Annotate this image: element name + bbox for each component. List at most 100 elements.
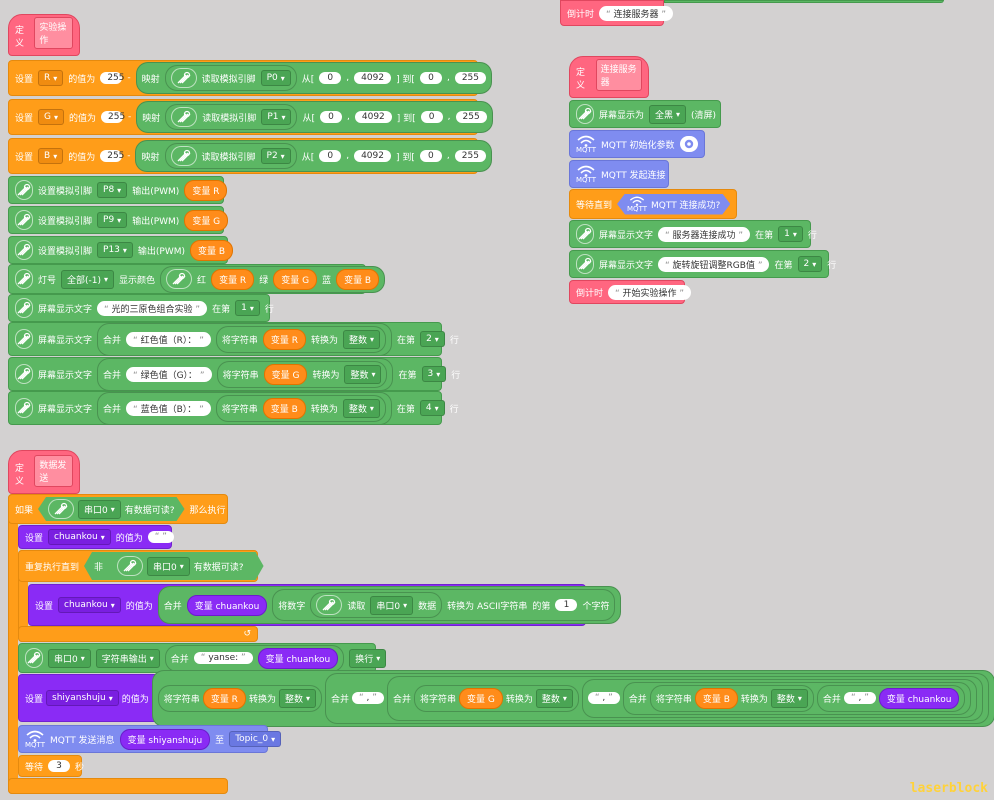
- var-reporter[interactable]: 变量 chuankou: [186, 594, 268, 616]
- var-reporter[interactable]: 变量 G: [458, 687, 503, 709]
- mqtt-init-block[interactable]: MQTT MQTT 初始化参数: [569, 130, 705, 158]
- type-dropdown[interactable]: 整数: [278, 688, 316, 708]
- to-high[interactable]: 255: [454, 72, 487, 84]
- screen-text-block[interactable]: 屏幕显示文字 旋转旋钮调整RGB值 在第 2 行: [569, 250, 836, 278]
- base-value[interactable]: 255: [100, 150, 124, 162]
- serial-available-reporter[interactable]: 串口0 有数据可读?: [107, 554, 254, 578]
- topic-dropdown[interactable]: Topic_0: [229, 731, 282, 747]
- screen-text-block[interactable]: 屏幕显示文字 合并 绿色值（G）： 将字符串 变量 G 转换为 整数 在第 3 …: [8, 357, 460, 391]
- var-dropdown[interactable]: shiyanshuju: [46, 690, 119, 706]
- var-reporter[interactable]: 变量 chuankou: [878, 687, 960, 709]
- to-high[interactable]: 255: [455, 111, 487, 123]
- var-reporter[interactable]: 变量 B: [336, 268, 380, 290]
- define-hat-send[interactable]: 定义 数据发送: [8, 450, 80, 494]
- convert-reporter[interactable]: 将字符串 变量 R 转换为 整数: [215, 325, 387, 353]
- var-dropdown[interactable]: chuankou: [58, 597, 121, 613]
- line-dropdown[interactable]: 1: [778, 226, 803, 242]
- read-analog-reporter[interactable]: 读取模拟引脚 P1: [165, 104, 298, 130]
- rgb-reporter[interactable]: 红 变量 R 绿 变量 G 蓝 变量 B: [160, 265, 386, 293]
- text-input[interactable]: 开始实验操作: [608, 284, 692, 300]
- output-mode-dropdown[interactable]: 字符串输出: [95, 648, 160, 668]
- mqtt-connected-reporter[interactable]: MQTT MQTT 连接成功?: [617, 194, 730, 215]
- settings-gear-icon[interactable]: [679, 136, 698, 152]
- convert-reporter[interactable]: 将字符串 变量 B 转换为 整数: [215, 394, 386, 422]
- pin-dropdown[interactable]: P8: [97, 182, 128, 198]
- var-reporter[interactable]: 变量 G: [263, 363, 308, 385]
- pin-dropdown[interactable]: P13: [97, 242, 133, 258]
- var-dropdown[interactable]: chuankou: [48, 529, 111, 545]
- define-hat-shiyan[interactable]: 定义 实验操作: [8, 14, 80, 56]
- text-input[interactable]: 服务器连接成功: [658, 226, 751, 242]
- not-reporter[interactable]: 非 串口0 有数据可读?: [84, 552, 264, 580]
- var-dropdown-r[interactable]: R: [38, 70, 64, 86]
- text-input[interactable]: 旋转旋钮调整RGB值: [658, 256, 770, 272]
- set-b-block[interactable]: 设置 B 的值为 255 - 映射 读取模拟引脚 P2 从[ 0 , 4092 …: [8, 138, 492, 174]
- pin-dropdown[interactable]: P2: [260, 148, 291, 164]
- text-input[interactable]: ,: [843, 692, 876, 704]
- var-reporter[interactable]: 变量 shiyanshuju: [119, 728, 211, 750]
- text-input[interactable]: 连接服务器: [599, 5, 674, 21]
- set-var-block[interactable]: 设置 shiyanshuju 的值为 将字符串 变量 R 转换为 整数 合并 ,…: [18, 669, 994, 727]
- var-reporter[interactable]: 变量 G: [273, 268, 318, 290]
- var-dropdown-g[interactable]: G: [38, 109, 65, 125]
- type-dropdown[interactable]: 整数: [535, 688, 573, 708]
- convert-reporter[interactable]: 将字符串 变量 R 转换为 整数: [157, 684, 322, 712]
- led-dropdown[interactable]: 全部(-1): [61, 269, 115, 289]
- var-reporter[interactable]: 变量 R: [262, 328, 306, 350]
- read-analog-reporter[interactable]: 读取模拟引脚 P2: [164, 143, 297, 169]
- from-low[interactable]: 0: [319, 72, 342, 84]
- pin-dropdown[interactable]: P0: [260, 70, 291, 86]
- serial-read-reporter[interactable]: 读取 串口0 数据: [310, 592, 443, 618]
- merge-reporter[interactable]: 合并 红色值（R）： 将字符串 变量 R 转换为 整数: [97, 322, 393, 356]
- serial-print-block[interactable]: 串口0 字符串输出 合并 yanse: 变量 chuankou 换行: [18, 643, 387, 673]
- mqtt-connect-block[interactable]: MQTT MQTT 发起连接: [569, 160, 669, 188]
- var-reporter[interactable]: 变量 B: [694, 687, 738, 709]
- merge-reporter[interactable]: 合并 蓝色值（B）： 将字符串 变量 B 转换为 整数: [97, 391, 392, 425]
- map-reporter[interactable]: 映射 读取模拟引脚 P2 从[ 0 , 4092 ] 到[ 0 , 255: [135, 140, 492, 172]
- serial-dropdown[interactable]: 串口0: [48, 648, 91, 668]
- convert-reporter[interactable]: 将字符串 变量 B 转换为 整数: [649, 684, 814, 712]
- set-pwm-block[interactable]: 设置模拟引脚 P9 输出(PWM) 变量 G: [8, 206, 229, 234]
- serial-dropdown[interactable]: 串口0: [370, 595, 414, 615]
- text-input[interactable]: 绿色值（G）：: [126, 366, 212, 382]
- define-hat-connect[interactable]: 定义 连接服务器: [569, 56, 649, 98]
- screen-text-block[interactable]: 屏幕显示文字 服务器连接成功 在第 1 行: [569, 220, 817, 248]
- map-reporter[interactable]: 映射 读取模拟引脚 P0 从[ 0 , 4092 ] 到[ 0 , 255: [135, 62, 493, 94]
- to-low[interactable]: 0: [419, 150, 442, 162]
- from-low[interactable]: 0: [319, 150, 342, 162]
- newline-dropdown[interactable]: 换行: [349, 648, 387, 668]
- serial-dropdown[interactable]: 串口0: [78, 500, 121, 519]
- type-dropdown[interactable]: 整数: [344, 364, 382, 384]
- from-high[interactable]: 4092: [354, 150, 391, 162]
- var-reporter[interactable]: 变量 chuankou: [257, 647, 339, 669]
- wait-block[interactable]: 等待 3 秒: [18, 755, 84, 777]
- to-high[interactable]: 255: [454, 150, 486, 162]
- merge-reporter[interactable]: 合并 , 合并 将字符串 变量 G 转换为 整数 , 合并 将字符串 变量: [324, 672, 990, 724]
- set-pwm-block[interactable]: 设置模拟引脚 P13 输出(PWM) 变量 B: [8, 236, 234, 264]
- set-pwm-block[interactable]: 设置模拟引脚 P8 输出(PWM) 变量 R: [8, 176, 228, 204]
- screen-show-block[interactable]: 屏幕显示为 全黑 (清屏): [569, 100, 721, 128]
- to-low[interactable]: 0: [419, 72, 442, 84]
- merge-reporter[interactable]: 合并 将字符串 变量 G 转换为 整数 , 合并 将字符串 变量 B 转换为: [386, 675, 984, 721]
- serial-dropdown[interactable]: 串口0: [147, 557, 190, 576]
- line-dropdown[interactable]: 4: [419, 400, 445, 416]
- line-dropdown[interactable]: 1: [235, 300, 260, 316]
- convert-ascii-reporter[interactable]: 将数字 读取 串口0 数据 转换为 ASCII字符串 的第 1 个字符: [272, 589, 616, 621]
- pin-dropdown[interactable]: P9: [97, 212, 128, 228]
- base-value[interactable]: 255: [100, 72, 125, 84]
- merge-reporter[interactable]: 将字符串 变量 R 转换为 整数 合并 , 合并 将字符串 变量 G 转换为 整…: [151, 669, 994, 727]
- line-dropdown[interactable]: 2: [797, 256, 823, 272]
- set-r-block[interactable]: 设置 R 的值为 255 - 映射 读取模拟引脚 P0 从[ 0 , 4092 …: [8, 60, 493, 96]
- merge-reporter[interactable]: 合并 变量 chuankou 将数字 读取 串口0 数据 转换为 ASCII字符…: [157, 586, 622, 624]
- text-input[interactable]: yanse:: [193, 652, 253, 664]
- set-g-block[interactable]: 设置 G 的值为 255 - 映射 读取模拟引脚 P1 从[ 0 , 4092 …: [8, 99, 493, 135]
- countdown-block[interactable]: 倒计时 开始实验操作: [569, 280, 692, 304]
- seconds-input[interactable]: 3: [48, 760, 71, 772]
- var-reporter[interactable]: 变量 R: [211, 268, 255, 290]
- convert-reporter[interactable]: 将字符串 变量 G 转换为 整数: [413, 684, 579, 712]
- merge-reporter[interactable]: 合并 绿色值（G）： 将字符串 变量 G 转换为 整数: [97, 357, 394, 391]
- var-reporter[interactable]: 变量 B: [262, 397, 306, 419]
- set-var-block[interactable]: 设置 chuankou 的值为 合并 变量 chuankou 将数字 读取 串口…: [28, 584, 622, 626]
- screen-text-block[interactable]: 屏幕显示文字 光的三原色组合实验 在第 1 行: [8, 294, 274, 322]
- screen-text-block[interactable]: 屏幕显示文字 合并 蓝色值（B）： 将字符串 变量 B 转换为 整数 在第 4 …: [8, 391, 459, 425]
